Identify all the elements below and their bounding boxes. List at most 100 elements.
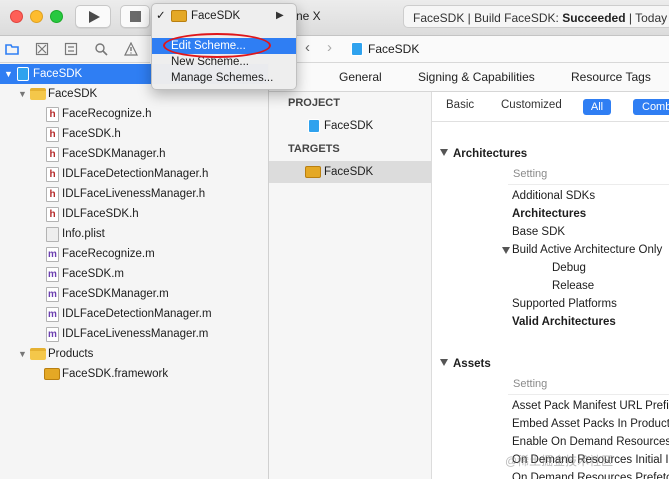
setting-row[interactable]: Base SDK (512, 226, 669, 238)
header-file-icon: h (46, 127, 59, 142)
folder-icon (30, 88, 46, 100)
tab-signing-capabilities[interactable]: Signing & Capabilities (418, 70, 535, 84)
setting-row[interactable]: Enable On Demand Resources (512, 436, 669, 448)
menu-item-current-scheme[interactable]: ✓ FaceSDK ▶ (152, 8, 296, 24)
status-suffix: | Today at (628, 11, 669, 25)
submenu-arrow-icon: ▶ (276, 10, 284, 21)
setting-row[interactable]: Additional SDKs (512, 190, 669, 202)
framework-icon (44, 368, 60, 380)
tab-resource-tags[interactable]: Resource Tags (571, 70, 651, 84)
file-row[interactable]: h IDLFaceSDK.h (0, 204, 268, 224)
file-name: Info.plist (62, 228, 105, 240)
file-row[interactable]: h FaceSDK.h (0, 124, 268, 144)
disclosure-triangle-icon[interactable]: ▼ (4, 64, 13, 84)
symbol-navigator-icon[interactable] (64, 42, 78, 56)
folder-name: FaceSDK (48, 88, 98, 100)
setting-row[interactable]: Embed Asset Packs In Product (512, 418, 669, 430)
build-settings-editor: Basic Customized All Comb Architectures S… (432, 92, 669, 479)
file-row[interactable]: Info.plist (0, 224, 268, 244)
file-row[interactable]: m IDLFaceDetectionManager.m (0, 304, 268, 324)
file-row[interactable]: m FaceSDK.m (0, 264, 268, 284)
jump-bar-title[interactable]: FaceSDK (368, 42, 419, 56)
header-file-icon: h (46, 187, 59, 202)
products-folder-row[interactable]: ▼ Products (0, 344, 268, 364)
setting-row[interactable]: Asset Pack Manifest URL Prefix (512, 400, 669, 412)
scheme-name: FaceSDK (191, 10, 241, 22)
product-row[interactable]: FaceSDK.framework (0, 364, 268, 384)
project-list-label: FaceSDK (324, 120, 374, 132)
search-icon[interactable] (94, 42, 108, 56)
editor-tabs: General Signing & Capabilities Resource … (269, 63, 669, 92)
target-list-item[interactable]: FaceSDK (269, 161, 432, 183)
file-name: IDLFaceLivenessManager.m (62, 328, 209, 340)
status-result: Succeeded (562, 11, 626, 25)
filter-basic[interactable]: Basic (446, 99, 474, 111)
checkmark-icon: ✓ (156, 10, 166, 22)
minimize-window-button[interactable] (30, 10, 43, 23)
header-file-icon: h (46, 147, 59, 162)
separator (508, 394, 669, 395)
destination-label[interactable]: ne X (296, 9, 321, 23)
folder-icon (30, 348, 46, 360)
zoom-window-button[interactable] (50, 10, 63, 23)
setting-row[interactable]: On Demand Resources Prefetc (512, 472, 669, 479)
header-file-icon: h (46, 107, 59, 122)
file-row[interactable]: m FaceSDKManager.m (0, 284, 268, 304)
toolbar: ne X FaceSDK | Build FaceSDK: Succeeded … (0, 0, 669, 36)
folder-name: Products (48, 348, 94, 360)
menu-item-manage-schemes[interactable]: Manage Schemes... (152, 70, 296, 86)
file-row[interactable]: m IDLFaceLivenessManager.m (0, 324, 268, 344)
warning-icon[interactable] (124, 42, 138, 56)
setting-row[interactable]: Build Active Architecture Only (512, 244, 669, 256)
file-name: IDLFaceDetectionManager.m (62, 308, 212, 320)
annotation-circle (163, 33, 271, 58)
filter-all[interactable]: All (583, 99, 611, 115)
file-row[interactable]: h IDLFaceDetectionManager.h (0, 164, 268, 184)
objc-file-icon: m (46, 247, 59, 262)
setting-row[interactable]: Release (552, 280, 669, 292)
disclosure-triangle-icon[interactable]: ▼ (18, 344, 27, 364)
file-name: FaceSDK.m (62, 268, 124, 280)
setting-row[interactable]: Debug (552, 262, 669, 274)
stop-button[interactable] (120, 5, 150, 28)
build-settings-filter-bar: Basic Customized All Comb (432, 92, 669, 122)
file-name: IDLFaceDetectionManager.h (62, 168, 209, 180)
file-name: FaceRecognize.m (62, 248, 155, 260)
activity-status: FaceSDK | Build FaceSDK: Succeeded | Tod… (403, 5, 669, 28)
close-window-button[interactable] (10, 10, 23, 23)
folder-navigator-icon[interactable] (5, 42, 19, 56)
project-list-item[interactable]: FaceSDK (269, 115, 432, 137)
forward-icon[interactable]: › (327, 39, 332, 56)
file-name: FaceSDKManager.h (62, 148, 166, 160)
framework-scheme-icon (171, 10, 187, 22)
status-prefix: FaceSDK | Build FaceSDK: (413, 11, 563, 25)
jump-bar: ‹ › FaceSDK (269, 36, 669, 63)
back-icon[interactable]: ‹ (305, 39, 310, 56)
filter-combined[interactable]: Comb (633, 99, 669, 115)
disclosure-triangle-icon[interactable]: ▼ (18, 84, 27, 104)
tab-general[interactable]: General (339, 70, 382, 84)
project-name: FaceSDK (33, 68, 83, 80)
file-name: FaceSDKManager.m (62, 288, 169, 300)
setting-row[interactable]: Architectures (512, 208, 669, 220)
run-button[interactable] (75, 5, 111, 28)
target-list-label: FaceSDK (324, 166, 374, 178)
source-control-icon[interactable] (35, 42, 49, 56)
plist-file-icon (46, 227, 59, 242)
file-row[interactable]: h FaceSDKManager.h (0, 144, 268, 164)
file-row[interactable]: m FaceRecognize.m (0, 244, 268, 264)
setting-row[interactable]: Supported Platforms (512, 298, 669, 310)
file-row[interactable]: h IDLFaceLivenessManager.h (0, 184, 268, 204)
targets-section-header: TARGETS (288, 143, 340, 155)
file-name: FaceSDK.framework (62, 368, 169, 380)
setting-row[interactable]: Valid Architectures (512, 316, 669, 328)
settings-group-title[interactable]: Architectures (440, 148, 527, 160)
filter-customized[interactable]: Customized (501, 99, 562, 111)
settings-group-title[interactable]: Assets (440, 358, 491, 370)
objc-file-icon: m (46, 307, 59, 322)
separator (508, 184, 669, 185)
objc-file-icon: m (46, 327, 59, 342)
file-row[interactable]: h FaceRecognize.h (0, 104, 268, 124)
disclosure-triangle-icon[interactable] (502, 247, 510, 254)
project-section-header: PROJECT (288, 97, 340, 109)
